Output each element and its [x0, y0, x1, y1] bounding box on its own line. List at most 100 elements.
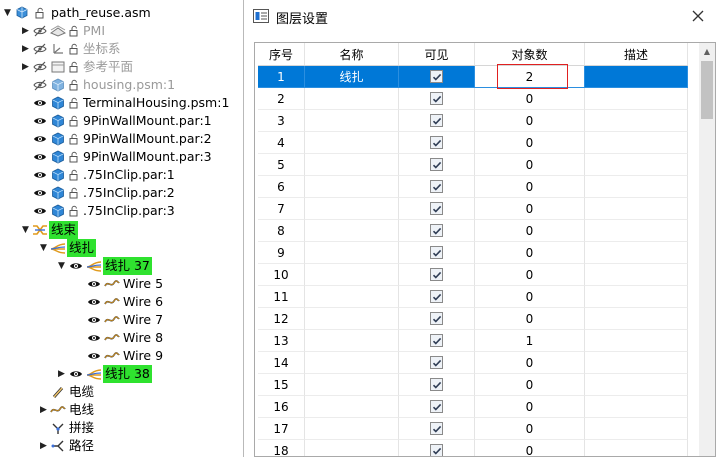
expand-arrow-icon[interactable]: ▶: [38, 437, 49, 455]
expand-arrow-icon[interactable]: ▶: [56, 365, 67, 383]
tree-item-bundle-37[interactable]: ▼ 线扎 37: [56, 257, 152, 275]
tree-item[interactable]: .75InClip.par:2: [20, 184, 175, 202]
collapse-arrow-icon[interactable]: ▼: [2, 4, 13, 22]
cell-name[interactable]: [305, 330, 399, 352]
tree-item-splice[interactable]: 拼接: [38, 419, 94, 437]
visible-checkbox[interactable]: [430, 268, 443, 281]
eye-icon[interactable]: [85, 275, 103, 293]
eye-icon[interactable]: [31, 112, 49, 130]
table-row[interactable]: 15 0: [258, 374, 688, 396]
visible-checkbox[interactable]: [430, 246, 443, 259]
tree-item[interactable]: ▶ 参考平面: [20, 58, 133, 76]
expand-arrow-icon[interactable]: ▶: [20, 40, 31, 58]
vertical-scrollbar[interactable]: ▲: [699, 43, 715, 456]
table-row[interactable]: 20: [258, 88, 688, 110]
scroll-thumb[interactable]: [701, 61, 713, 119]
unlock-icon[interactable]: [67, 94, 81, 112]
table-row[interactable]: 40: [258, 132, 688, 154]
visible-checkbox[interactable]: [430, 378, 443, 391]
table-row[interactable]: 16 0: [258, 396, 688, 418]
visible-checkbox[interactable]: [430, 400, 443, 413]
visible-checkbox[interactable]: [430, 114, 443, 127]
visible-checkbox[interactable]: [430, 334, 443, 347]
eye-hidden-icon[interactable]: [31, 22, 49, 40]
cell-description[interactable]: [585, 308, 688, 330]
visible-checkbox[interactable]: [430, 180, 443, 193]
tree-item-wire-entry[interactable]: Wire 9: [85, 347, 163, 365]
dialog-titlebar[interactable]: 图层设置: [244, 0, 717, 34]
cell-name[interactable]: [305, 440, 399, 456]
tree-root[interactable]: ▼ path_reuse.asm: [2, 4, 151, 22]
unlock-icon[interactable]: [67, 22, 81, 40]
expand-arrow-icon[interactable]: ▶: [20, 58, 31, 76]
cell-description[interactable]: [585, 396, 688, 418]
expand-arrow-icon[interactable]: ▶: [20, 22, 31, 40]
cell-description[interactable]: [585, 220, 688, 242]
unlock-icon[interactable]: [31, 4, 49, 22]
table-row[interactable]: 13 1: [258, 330, 688, 352]
cell-name[interactable]: [305, 220, 399, 242]
cell-description[interactable]: [585, 88, 688, 110]
visible-checkbox[interactable]: [430, 136, 443, 149]
unlock-icon[interactable]: [67, 112, 81, 130]
cell-description[interactable]: [585, 176, 688, 198]
cell-name[interactable]: [305, 242, 399, 264]
eye-icon[interactable]: [85, 347, 103, 365]
tree-item-wire-entry[interactable]: Wire 6: [85, 293, 163, 311]
cell-description[interactable]: [585, 154, 688, 176]
tree-item-bundle-38[interactable]: ▶ 线扎 38: [56, 365, 152, 383]
tree-item[interactable]: TerminalHousing.psm:1: [20, 94, 229, 112]
column-header-description[interactable]: 描述: [585, 43, 688, 65]
cell-name[interactable]: [305, 176, 399, 198]
tree-item[interactable]: .75InClip.par:3: [20, 202, 175, 220]
visible-checkbox[interactable]: [430, 70, 443, 83]
table-row[interactable]: 18 0: [258, 440, 688, 456]
table-row[interactable]: 14 0: [258, 352, 688, 374]
eye-icon[interactable]: [67, 365, 85, 383]
column-header-name[interactable]: 名称: [305, 43, 399, 65]
cell-description[interactable]: [585, 352, 688, 374]
cell-description[interactable]: [585, 132, 688, 154]
table-row[interactable]: 12 0: [258, 308, 688, 330]
table-row[interactable]: 10 0: [258, 264, 688, 286]
table-row[interactable]: 70: [258, 198, 688, 220]
cell-name[interactable]: [305, 264, 399, 286]
unlock-icon[interactable]: [67, 130, 81, 148]
unlock-icon[interactable]: [67, 202, 81, 220]
unlock-icon[interactable]: [67, 148, 81, 166]
collapse-arrow-icon[interactable]: ▼: [38, 239, 49, 257]
table-row[interactable]: 30: [258, 110, 688, 132]
scroll-up-icon[interactable]: ▲: [699, 43, 715, 59]
cell-name[interactable]: [305, 286, 399, 308]
cell-description[interactable]: [585, 440, 688, 456]
column-header-count[interactable]: 对象数: [475, 43, 585, 65]
unlock-icon[interactable]: [67, 184, 81, 202]
unlock-icon[interactable]: [67, 166, 81, 184]
cell-description[interactable]: [585, 110, 688, 132]
eye-icon[interactable]: [31, 148, 49, 166]
tree-item[interactable]: 9PinWallMount.par:2: [20, 130, 212, 148]
tree-item-wire-entry[interactable]: Wire 5: [85, 275, 163, 293]
close-button[interactable]: [688, 6, 708, 26]
visible-checkbox[interactable]: [430, 356, 443, 369]
eye-icon[interactable]: [85, 329, 103, 347]
table-row[interactable]: 60: [258, 176, 688, 198]
cell-name[interactable]: [305, 352, 399, 374]
eye-icon[interactable]: [67, 257, 85, 275]
eye-icon[interactable]: [85, 311, 103, 329]
visible-checkbox[interactable]: [430, 224, 443, 237]
eye-icon[interactable]: [85, 293, 103, 311]
cell-description[interactable]: [585, 264, 688, 286]
cell-name[interactable]: [305, 110, 399, 132]
cell-name[interactable]: [305, 308, 399, 330]
visible-checkbox[interactable]: [430, 290, 443, 303]
cell-name[interactable]: [305, 88, 399, 110]
tree-item-harness[interactable]: ▼ 线束: [20, 221, 79, 239]
collapse-arrow-icon[interactable]: ▼: [20, 221, 31, 239]
cell-description[interactable]: [585, 330, 688, 352]
visible-checkbox[interactable]: [430, 422, 443, 435]
collapse-arrow-icon[interactable]: ▼: [56, 257, 67, 275]
table-row[interactable]: 50: [258, 154, 688, 176]
expand-arrow-icon[interactable]: ▶: [38, 401, 49, 419]
table-row[interactable]: 90: [258, 242, 688, 264]
